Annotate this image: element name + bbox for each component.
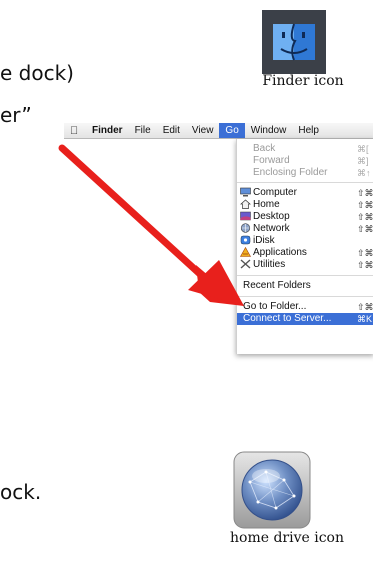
menu-file[interactable]: File	[129, 123, 157, 138]
menu-window[interactable]: Window	[245, 123, 293, 138]
shortcut-label: ⇧⌘C	[357, 188, 373, 198]
menu-item-recent-folders[interactable]: Recent Folders	[237, 280, 373, 292]
apple-menu-icon[interactable]: 	[70, 125, 86, 137]
shortcut-label: ⌘↑	[357, 168, 371, 178]
shortcut-label: ⌘[	[357, 144, 369, 154]
menu-item-forward[interactable]: Forward ⌘]	[237, 155, 373, 167]
menu-item-label: Recent Folders	[243, 280, 311, 291]
finder-icon[interactable]	[262, 10, 326, 74]
instruction-line-3: ock.	[0, 480, 42, 504]
menu-item-label: Utilities	[253, 259, 286, 270]
home-drive-icon-caption: home drive icon	[230, 530, 344, 546]
finder-icon-caption: Finder icon	[262, 73, 344, 89]
menu-item-label: Go to Folder...	[243, 301, 307, 312]
menubar:  Finder File Edit View Go Window Help	[64, 123, 373, 139]
menu-edit[interactable]: Edit	[157, 123, 186, 138]
menu-item-applications[interactable]: Applications ⇧⌘A	[237, 246, 373, 259]
menu-finder[interactable]: Finder	[86, 123, 129, 138]
menu-item-label: iDisk	[253, 235, 275, 246]
menu-item-label: Back	[253, 143, 276, 154]
menu-item-computer[interactable]: Computer ⇧⌘C	[237, 187, 373, 199]
go-menu-dropdown: Back ⌘[ Forward ⌘] Enclosing Folder ⌘↑ C…	[236, 139, 373, 354]
menu-separator	[237, 182, 373, 183]
home-drive-icon[interactable]	[232, 450, 312, 530]
shortcut-label: ⇧⌘G	[357, 302, 373, 312]
menu-item-label: Computer	[253, 187, 297, 198]
menu-view[interactable]: View	[186, 123, 220, 138]
menu-item-idisk[interactable]: iDisk	[237, 235, 373, 247]
menu-item-label: Connect to Server...	[243, 313, 332, 324]
instruction-line-1: e dock)	[0, 61, 74, 85]
menu-item-back[interactable]: Back ⌘[	[237, 143, 373, 155]
menu-item-label: Home	[253, 199, 280, 210]
shortcut-label: ⇧⌘K	[357, 224, 373, 234]
shortcut-label: ⌘K	[357, 314, 373, 324]
shortcut-label: ⇧⌘U	[357, 260, 373, 270]
menu-item-go-to-folder[interactable]: Go to Folder... ⇧⌘G	[237, 301, 373, 313]
shortcut-label: ⇧⌘A	[357, 248, 373, 258]
shortcut-label: ⇧⌘H	[357, 200, 373, 210]
menu-help[interactable]: Help	[292, 123, 325, 138]
menu-separator	[237, 296, 373, 297]
menu-item-label: Forward	[253, 155, 290, 166]
shortcut-label: ⇧⌘D	[357, 212, 373, 222]
menu-item-label: Desktop	[253, 211, 290, 222]
shortcut-label: ⌘]	[357, 156, 369, 166]
menu-item-connect-to-server[interactable]: Connect to Server... ⌘K	[237, 313, 373, 325]
menu-item-label: Applications	[253, 247, 307, 258]
menu-item-home[interactable]: Home ⇧⌘H	[237, 199, 373, 211]
menu-item-utilities[interactable]: Utilities ⇧⌘U	[237, 259, 373, 271]
menu-item-network[interactable]: Network ⇧⌘K	[237, 223, 373, 235]
utilities-icon	[240, 259, 251, 273]
menu-item-label: Enclosing Folder	[253, 167, 328, 178]
menu-go[interactable]: Go	[219, 123, 245, 138]
menu-item-enclosing-folder[interactable]: Enclosing Folder ⌘↑	[237, 167, 373, 179]
instruction-line-2: er”	[0, 103, 32, 127]
menu-item-label: Network	[253, 223, 290, 234]
menu-item-desktop[interactable]: Desktop ⇧⌘D	[237, 211, 373, 223]
menu-separator	[237, 275, 373, 276]
